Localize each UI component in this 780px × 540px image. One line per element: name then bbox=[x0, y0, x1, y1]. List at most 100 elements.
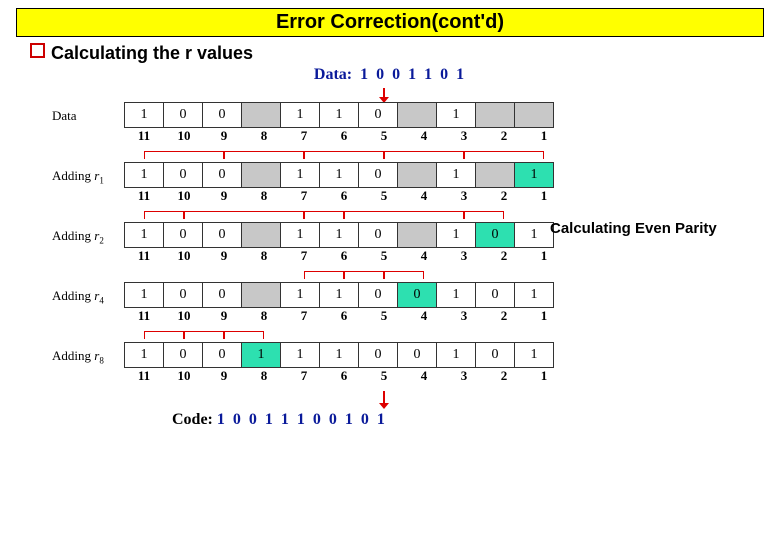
cell: 1 bbox=[320, 163, 359, 188]
position-cell: 5 bbox=[364, 128, 404, 146]
cell: 0 bbox=[203, 103, 242, 128]
position-cell: 3 bbox=[444, 248, 484, 266]
position-row: 1110987654321 bbox=[124, 308, 564, 326]
bracket bbox=[304, 211, 344, 219]
row-block: Adding r410011001011110987654321 bbox=[52, 271, 768, 329]
cell-row: 10011100101 bbox=[124, 342, 554, 368]
cell: 1 bbox=[320, 283, 359, 308]
subheader: Calculating the r values bbox=[30, 43, 768, 64]
cell: 1 bbox=[125, 163, 164, 188]
position-cell: 4 bbox=[404, 308, 444, 326]
position-cell: 2 bbox=[484, 368, 524, 386]
bracket bbox=[384, 271, 424, 279]
position-cell: 11 bbox=[124, 188, 164, 206]
code-bits: 1 0 0 1 1 1 0 0 1 0 1 bbox=[217, 411, 387, 428]
down-arrow-bottom bbox=[124, 391, 768, 409]
brackets bbox=[124, 151, 768, 161]
cell: 0 bbox=[359, 103, 398, 128]
position-cell: 6 bbox=[324, 128, 364, 146]
bracket bbox=[304, 271, 344, 279]
position-cell: 6 bbox=[324, 188, 364, 206]
rows-container: Data10011011110987654321Adding r11001101… bbox=[52, 102, 768, 389]
cell: 1 bbox=[125, 103, 164, 128]
position-cell: 2 bbox=[484, 308, 524, 326]
bracket bbox=[384, 151, 464, 159]
cell: 0 bbox=[164, 223, 203, 248]
cell: 0 bbox=[203, 283, 242, 308]
position-cell: 9 bbox=[204, 248, 244, 266]
row-label: Adding r4 bbox=[52, 282, 124, 306]
data-bits: 1 0 0 1 1 0 1 bbox=[360, 66, 466, 83]
position-cell: 11 bbox=[124, 308, 164, 326]
cell: 0 bbox=[164, 103, 203, 128]
cell: 1 bbox=[320, 223, 359, 248]
cell: 1 bbox=[320, 343, 359, 368]
cell: 0 bbox=[203, 223, 242, 248]
position-cell: 8 bbox=[244, 188, 284, 206]
bracket bbox=[464, 211, 504, 219]
cell: 1 bbox=[437, 223, 476, 248]
cell bbox=[242, 283, 281, 308]
row-block: Data10011011110987654321 bbox=[52, 102, 768, 149]
position-cell: 1 bbox=[524, 368, 564, 386]
cell: 1 bbox=[437, 163, 476, 188]
cell: 0 bbox=[203, 163, 242, 188]
cell: 1 bbox=[437, 103, 476, 128]
cell: 1 bbox=[515, 223, 554, 248]
position-cell: 9 bbox=[204, 128, 244, 146]
cell: 1 bbox=[125, 283, 164, 308]
cell-row: 1001101 bbox=[124, 102, 554, 128]
bullet-icon bbox=[30, 43, 45, 58]
bracket bbox=[184, 211, 304, 219]
position-cell: 9 bbox=[204, 188, 244, 206]
position-cell: 10 bbox=[164, 248, 204, 266]
bracket bbox=[144, 331, 184, 339]
position-cell: 4 bbox=[404, 248, 444, 266]
position-cell: 6 bbox=[324, 308, 364, 326]
cell: 1 bbox=[125, 223, 164, 248]
row-label: Adding r2 bbox=[52, 222, 124, 246]
bracket bbox=[344, 211, 464, 219]
position-cell: 8 bbox=[244, 128, 284, 146]
position-cell: 10 bbox=[164, 368, 204, 386]
position-cell: 7 bbox=[284, 248, 324, 266]
cell: 1 bbox=[515, 343, 554, 368]
row-label: Adding r1 bbox=[52, 162, 124, 186]
cell-row: 1001100101 bbox=[124, 282, 554, 308]
data-label: Data: bbox=[314, 66, 352, 83]
cell: 1 bbox=[281, 283, 320, 308]
position-cell: 1 bbox=[524, 248, 564, 266]
cell: 0 bbox=[476, 343, 515, 368]
row-label: Data bbox=[52, 102, 124, 124]
position-cell: 1 bbox=[524, 308, 564, 326]
bracket bbox=[224, 151, 304, 159]
position-cell: 7 bbox=[284, 308, 324, 326]
position-row: 1110987654321 bbox=[124, 128, 564, 146]
position-cell: 9 bbox=[204, 308, 244, 326]
position-cell: 10 bbox=[164, 188, 204, 206]
position-cell: 5 bbox=[364, 368, 404, 386]
position-cell: 8 bbox=[244, 368, 284, 386]
slide: Error Correction(cont'd) Calculating the… bbox=[0, 0, 780, 540]
bracket bbox=[304, 151, 384, 159]
position-cell: 5 bbox=[364, 188, 404, 206]
cell: 0 bbox=[398, 283, 437, 308]
bracket bbox=[144, 151, 224, 159]
position-cell: 1 bbox=[524, 128, 564, 146]
down-arrow-top bbox=[124, 88, 768, 102]
position-cell: 2 bbox=[484, 188, 524, 206]
position-row: 1110987654321 bbox=[124, 188, 564, 206]
position-cell: 8 bbox=[244, 248, 284, 266]
cell bbox=[398, 163, 437, 188]
cell: 1 bbox=[281, 163, 320, 188]
cell bbox=[476, 163, 515, 188]
cell: 0 bbox=[359, 343, 398, 368]
subheader-text: Calculating the r values bbox=[51, 43, 253, 63]
cell: 1 bbox=[125, 343, 164, 368]
position-cell: 3 bbox=[444, 188, 484, 206]
cell: 0 bbox=[164, 343, 203, 368]
cell: 1 bbox=[281, 343, 320, 368]
position-cell: 6 bbox=[324, 248, 364, 266]
cell bbox=[242, 163, 281, 188]
row-block: Adding r8100111001011110987654321 bbox=[52, 331, 768, 389]
